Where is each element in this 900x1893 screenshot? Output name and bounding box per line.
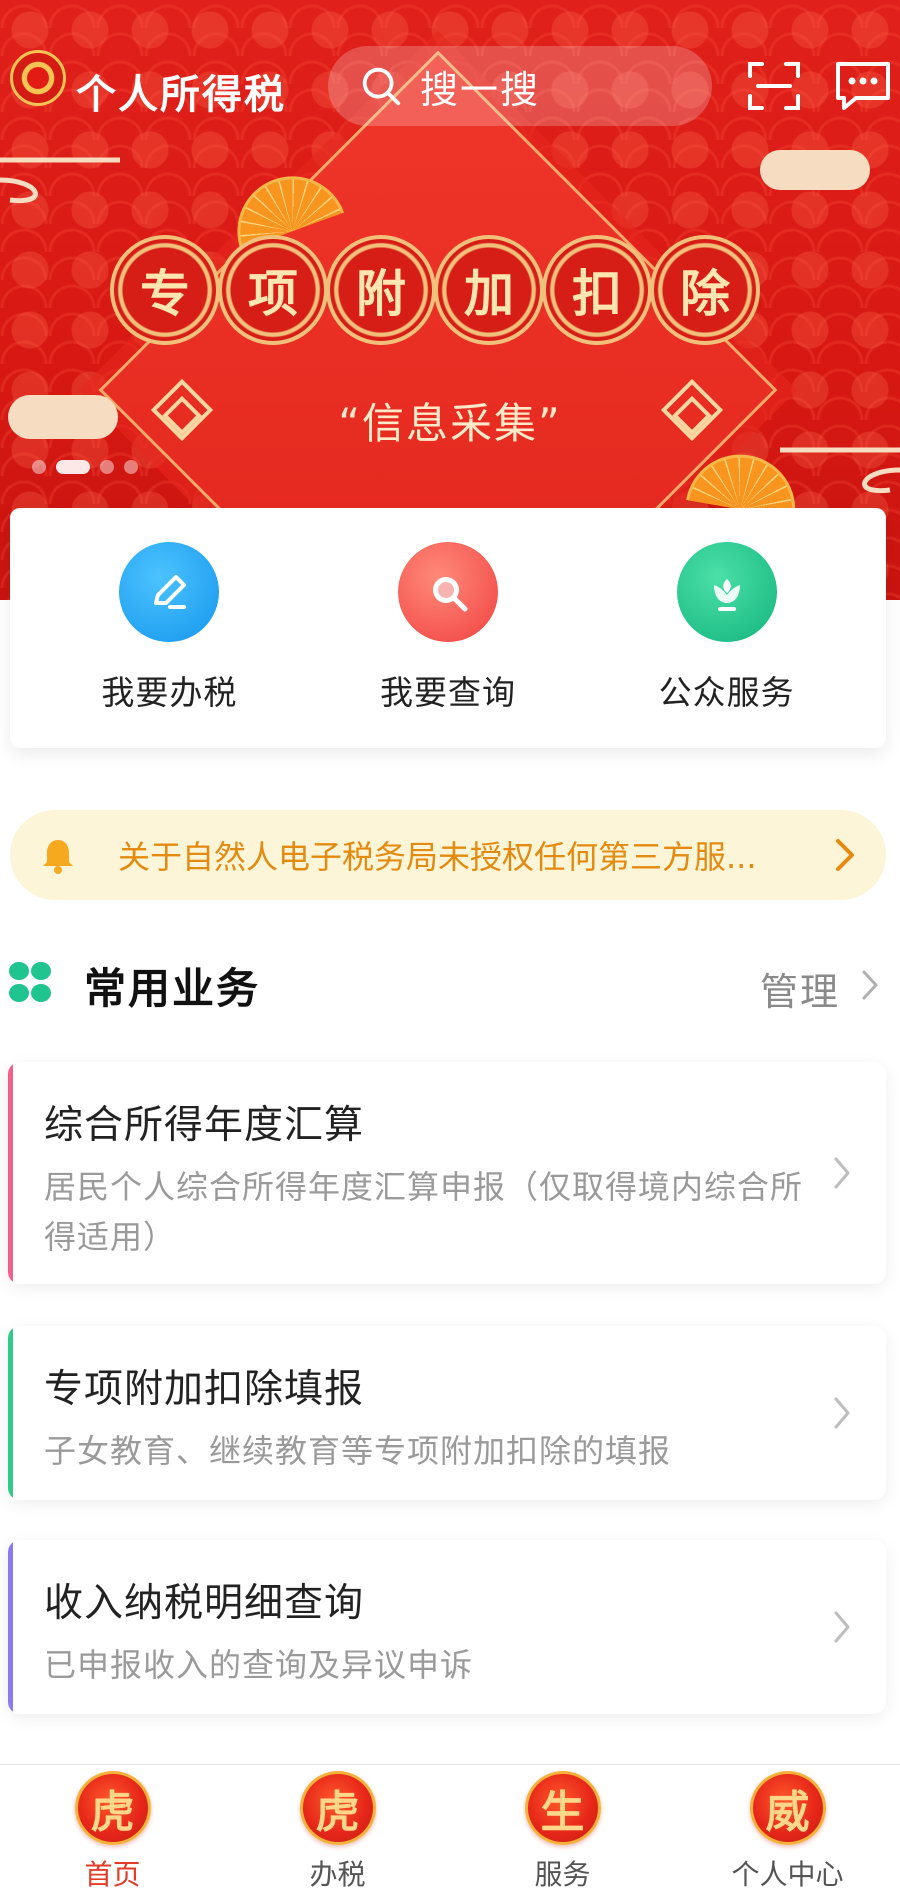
tab-label: 服务 (534, 1858, 591, 1891)
service-card-description: 已申报收入的查询及异议申诉 (44, 1646, 474, 1684)
tab-services[interactable]: 生 服务 (450, 1765, 675, 1893)
card-accent-bar (8, 1540, 13, 1714)
carousel-indicator (32, 460, 138, 474)
bell-icon (43, 840, 73, 874)
card-accent-bar (8, 1326, 13, 1500)
quick-action-label: 我要办税 (101, 673, 238, 712)
quick-actions-card: 我要办税 我要查询 公众服务 (10, 508, 886, 748)
chevron-right-icon (834, 1397, 850, 1429)
carousel-dot[interactable] (100, 460, 114, 474)
common-services-header: 常用业务 管理 (0, 945, 900, 1015)
search-bar[interactable]: 搜一搜 (328, 46, 712, 126)
tax-emblem-logo (10, 50, 66, 106)
banner-coin: 加 (434, 235, 544, 345)
quick-action-label: 公众服务 (658, 673, 795, 712)
banner-coin: 项 (218, 235, 328, 345)
quick-action-label: 我要查询 (379, 673, 516, 712)
service-card-description: 居民个人综合所得年度汇算申报（仅取得境内综合所得适用） (44, 1168, 804, 1256)
app-title: 个人所得税 (76, 72, 286, 118)
carousel-dot[interactable] (124, 460, 138, 474)
tiger-badge-icon: 虎 (74, 1771, 151, 1845)
search-icon (362, 67, 401, 106)
tab-tax[interactable]: 虎 办税 (225, 1765, 450, 1893)
flower-icon (676, 542, 777, 642)
chevron-right-icon (836, 839, 854, 871)
service-card-annual-reconciliation[interactable]: 综合所得年度汇算 居民个人综合所得年度汇算申报（仅取得境内综合所得适用） (8, 1062, 886, 1284)
chevron-right-icon[interactable] (860, 969, 880, 1001)
quick-action-public-service[interactable]: 公众服务 (617, 542, 837, 714)
service-card-description: 子女教育、继续教育等专项附加扣除的填报 (44, 1432, 672, 1470)
chevron-right-icon (834, 1611, 850, 1643)
notice-text: 关于自然人电子税务局未授权任何第三方服... (118, 838, 757, 876)
pencil-icon (119, 542, 220, 642)
tab-label: 办税 (309, 1858, 366, 1891)
service-card-special-deduction[interactable]: 专项附加扣除填报 子女教育、继续教育等专项附加扣除的填报 (8, 1326, 886, 1500)
tab-home[interactable]: 虎 首页 (0, 1765, 225, 1893)
banner-title-coins: 专 项 附 加 扣 除 (110, 235, 760, 345)
quick-action-file-tax[interactable]: 我要办税 (59, 542, 279, 714)
bottom-tab-bar: 虎 首页 虎 办税 生 服务 威 个人中心 (0, 1764, 900, 1893)
section-title: 常用业务 (84, 964, 261, 1013)
chevron-right-icon (834, 1157, 850, 1189)
banner-coin: 扣 (542, 235, 652, 345)
quick-action-query[interactable]: 我要查询 (338, 542, 558, 714)
top-header: 个人所得税 搜一搜 (0, 40, 900, 130)
service-card-title: 综合所得年度汇算 (44, 1103, 365, 1148)
search-placeholder: 搜一搜 (420, 67, 541, 112)
tab-label: 首页 (84, 1858, 141, 1891)
cloud-decoration (760, 150, 870, 190)
notice-bar[interactable]: 关于自然人电子税务局未授权任何第三方服... (10, 810, 886, 900)
service-card-income-query[interactable]: 收入纳税明细查询 已申报收入的查询及异议申诉 (8, 1540, 886, 1714)
tiger-badge-icon: 虎 (299, 1771, 376, 1845)
wei-badge-icon: 威 (749, 1771, 826, 1845)
scan-icon[interactable] (744, 56, 804, 116)
sheng-badge-icon: 生 (524, 1771, 601, 1845)
carousel-dot[interactable] (32, 460, 46, 474)
cloud-line-decoration (0, 157, 120, 204)
manage-button[interactable]: 管理 (760, 961, 840, 1016)
banner-coin: 专 (110, 235, 220, 345)
tab-label: 个人中心 (731, 1858, 844, 1891)
message-icon[interactable] (832, 56, 894, 116)
service-card-title: 专项附加扣除填报 (44, 1367, 365, 1412)
carousel-dot-active[interactable] (56, 460, 90, 474)
banner-subtitle: “信息采集” (338, 399, 562, 448)
card-accent-bar (8, 1062, 13, 1284)
banner-coin: 附 (326, 235, 436, 345)
service-card-title: 收入纳税明细查询 (44, 1581, 365, 1626)
apps-grid-icon (9, 962, 51, 1002)
banner-coin: 除 (650, 235, 760, 345)
tab-personal-center[interactable]: 威 个人中心 (675, 1765, 900, 1893)
search-icon (397, 542, 498, 642)
